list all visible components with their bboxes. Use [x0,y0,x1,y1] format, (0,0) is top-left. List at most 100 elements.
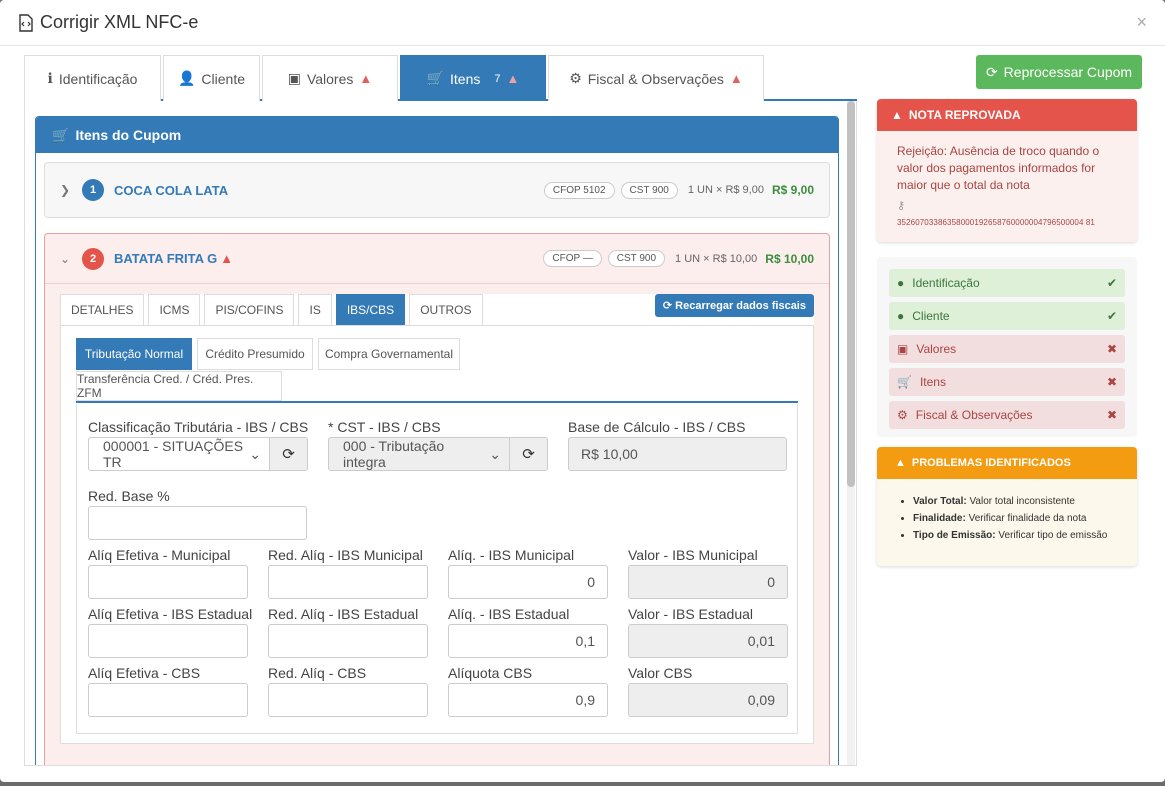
problems-panel: ▲ PROBLEMAS IDENTIFICADOS Valor Total: V… [877,447,1137,566]
tab-label: Fiscal & Observações [587,70,724,87]
aliq-est-input[interactable]: 0,1 [448,624,608,658]
aliq-efet-cbs-input[interactable] [88,683,248,717]
item-quantity: 1 UN × R$ 10,00 [675,252,758,265]
cst-label: * CST - IBS / CBS [328,419,441,435]
modal-dialog: Corrigir XML NFC-e × ℹ Identificação 👤 C… [0,0,1165,782]
items-panel-header: 🛒 Itens do Cupom [36,117,838,153]
cart-icon: 🛒 [52,126,70,143]
item-row-1[interactable]: ❯ 1 COCA COLA LATA CFOP 5102 CST 900 1 U… [44,162,830,218]
tab-tributacao-normal[interactable]: Tributação Normal [76,338,192,370]
aliq-efet-est-label: Alíq Efetiva - IBS Estadual [88,606,253,622]
reload-label: Recarregar dados fiscais [675,300,806,312]
warning-icon: ▲ [891,108,903,122]
close-icon[interactable]: × [1136,12,1147,33]
ibs-cbs-box: Tributação Normal Crédito Presumido Comp… [60,326,814,744]
check-icon: ✔ [1106,309,1117,323]
key-icon: ⚷ [897,200,906,212]
subtab-is[interactable]: IS [298,294,332,325]
cst-select: 000 - Tributação integra ⌄ [328,437,510,471]
reload-fiscal-button[interactable]: ⟳ Recarregar dados fiscais [654,294,814,317]
warning-icon: ▲ [359,71,373,86]
aliq-efet-est-input[interactable] [88,624,248,658]
aliq-efet-cbs-label: Alíq Efetiva - CBS [88,665,201,681]
tab-label: Itens [450,70,481,87]
problems-title: PROBLEMAS IDENTIFICADOS [911,457,1071,469]
tab-compra-governamental[interactable]: Compra Governamental [318,338,460,370]
list-item: Finalidade: Verificar finalidade da nota [913,513,1107,524]
item-number: 1 [82,179,104,201]
code-file-icon [19,13,33,32]
red-base-label: Red. Base % [88,488,170,504]
chevron-down-icon[interactable]: ⌄ [60,252,82,266]
tab-label: Identificação [58,70,138,87]
item-name: COCA COLA LATA [114,182,229,198]
tab-valores[interactable]: ▣ Valores ▲ [262,55,398,101]
tab-badge: 7 [494,72,501,85]
chevron-right-icon[interactable]: ❯ [60,183,82,197]
aliq-cbs-input[interactable]: 0,9 [448,683,608,717]
tab-cliente[interactable]: 👤 Cliente [163,55,260,101]
aliq-cbs-label: Alíquota CBS [448,665,533,681]
tab-credito-presumido[interactable]: Crédito Presumido [197,338,313,370]
subtab-outros[interactable]: OUTROS [409,294,483,325]
item-total: R$ 10,00 [765,251,814,266]
status-itens[interactable]: 🛒 Itens ✖ [889,368,1125,396]
refresh-icon[interactable]: ⟳ [510,437,548,471]
subtab-detalhes[interactable]: DETALHES [60,294,145,325]
subtab-ibs-cbs[interactable]: IBS/CBS [335,294,406,325]
status-identificacao[interactable]: ● Identificação ✔ [889,269,1125,297]
x-icon: ✖ [1106,375,1117,389]
reprocess-button[interactable]: ⟳ Reprocessar Cupom [976,55,1142,89]
tabs-underline [76,401,798,403]
item-quantity: 1 UN × R$ 9,00 [687,184,764,196]
item-number: 2 [82,247,104,270]
cst-badge: CST 900 [620,181,678,199]
status-label: Itens [919,375,946,389]
valor-mun-field: 0 [628,565,788,599]
item-header[interactable]: ⌄ 2 BATATA FRITA G ▲ CFOP — CST 900 1 UN … [45,234,829,284]
red-aliq-mun-input[interactable] [268,565,428,599]
scrollbar-thumb[interactable] [847,101,855,487]
refresh-icon[interactable]: ⟳ [270,437,308,471]
subtab-pis-cofins[interactable]: PIS/COFINS [204,294,295,325]
tab-itens[interactable]: 🛒 Itens 7 ▲ [400,55,546,101]
cst-badge: CST 900 [607,250,666,267]
red-aliq-est-input[interactable] [268,624,428,658]
item-total: R$ 9,00 [771,183,814,197]
status-valores[interactable]: ▣ Valores ✖ [889,335,1125,363]
x-icon: ✖ [1106,342,1117,356]
items-panel-title: Itens do Cupom [75,127,182,143]
status-label: Identificação [912,276,980,290]
red-aliq-cbs-input[interactable] [268,683,428,717]
tab-fiscal[interactable]: ⚙ Fiscal & Observações ▲ [548,55,764,101]
status-cliente[interactable]: ● Cliente ✔ [889,302,1125,330]
problems-header: ▲ PROBLEMAS IDENTIFICADOS [877,447,1137,479]
rejection-panel: ▲ NOTA REPROVADA Rejeição: Ausência de t… [877,99,1137,242]
status-label: Cliente [912,309,950,323]
money-icon: ▣ [287,70,301,86]
left-pane: ℹ Identificação 👤 Cliente ▣ Valores ▲ 🛒 … [24,55,857,766]
fields-area: Classificação Tributária - IBS / CBS 000… [76,404,798,734]
scrollbar[interactable] [847,101,855,765]
refresh-icon: ⟳ [662,300,673,312]
rejection-message: Rejeição: Ausência de troco quando o val… [897,144,1100,192]
tab-transferencia-cred[interactable]: Transferência Cred. / Créd. Pres. ZFM [76,371,282,401]
cogs-icon: ⚙ [897,408,908,422]
subtab-icms[interactable]: ICMS [148,294,201,325]
warning-icon: ▲ [729,71,743,86]
rejection-header: ▲ NOTA REPROVADA [877,99,1137,131]
red-base-input[interactable] [88,506,307,540]
status-fiscal[interactable]: ⚙ Fiscal & Observações ✖ [889,401,1125,429]
warning-icon: ▲ [220,251,234,266]
class-trib-select[interactable]: 000001 - SITUAÇÕES TR ⌄ [88,437,270,471]
tab-identificacao[interactable]: ℹ Identificação [24,55,161,101]
aliq-efet-mun-input[interactable] [88,565,248,599]
aliq-mun-input[interactable]: 0 [448,565,608,599]
info-icon: ℹ [47,70,53,86]
valor-mun-label: Valor - IBS Municipal [628,547,758,563]
warning-icon: ▲ [895,457,906,469]
modal-title: Corrigir XML NFC-e [18,12,198,33]
list-item: Tipo de Emissão: Verificar tipo de emiss… [913,530,1107,541]
cart-icon: 🛒 [426,70,445,86]
reprocess-label: Reprocessar Cupom [1003,64,1133,80]
